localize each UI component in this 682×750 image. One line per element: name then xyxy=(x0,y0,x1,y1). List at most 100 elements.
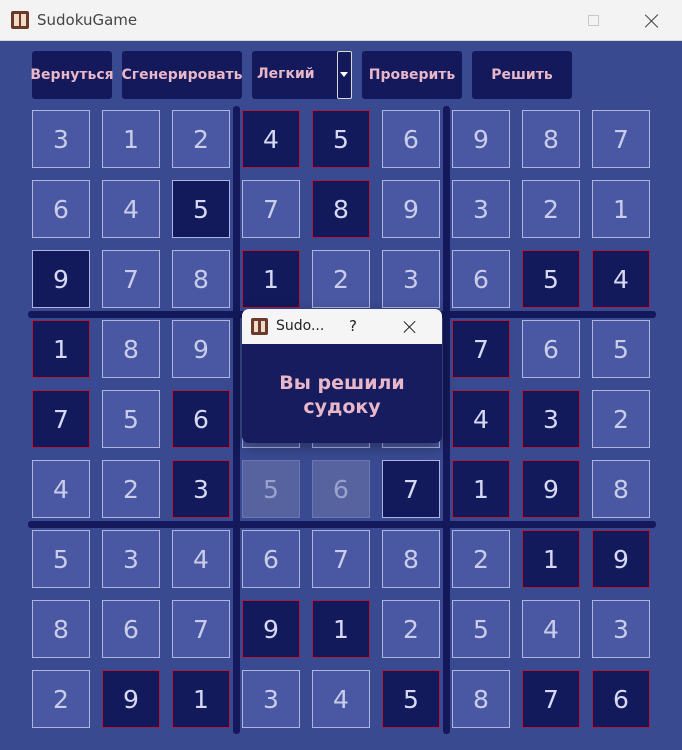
sudoku-cell[interactable]: 7 xyxy=(522,670,580,728)
sudoku-cell[interactable]: 7 xyxy=(452,320,510,378)
sudoku-cell[interactable]: 8 xyxy=(312,180,370,238)
dialog-message-line-1: Вы решили xyxy=(279,372,405,394)
sudoku-cell[interactable]: 4 xyxy=(592,250,650,308)
sudoku-cell[interactable]: 6 xyxy=(32,180,90,238)
sudoku-cell[interactable]: 3 xyxy=(592,600,650,658)
sudoku-cell[interactable]: 3 xyxy=(242,670,300,728)
sudoku-cell[interactable]: 8 xyxy=(102,320,160,378)
sudoku-cell[interactable]: 9 xyxy=(592,530,650,588)
sudoku-cell[interactable]: 4 xyxy=(102,180,160,238)
sudoku-cell[interactable]: 7 xyxy=(172,600,230,658)
check-button[interactable]: Проверить xyxy=(362,51,462,99)
sudoku-cell[interactable]: 3 xyxy=(32,110,90,168)
sudoku-cell[interactable]: 7 xyxy=(592,110,650,168)
sudoku-cell[interactable]: 9 xyxy=(172,320,230,378)
solved-dialog: Sudo... ? Вы решили судоку xyxy=(242,309,442,443)
sudoku-cell[interactable]: 1 xyxy=(242,250,300,308)
sudoku-cell[interactable]: 1 xyxy=(172,670,230,728)
sudoku-cell[interactable]: 6 xyxy=(522,320,580,378)
dialog-message-line-2: судоку xyxy=(303,396,381,418)
window-title: SudokuGame xyxy=(37,11,138,29)
sudoku-cell[interactable]: 6 xyxy=(242,530,300,588)
close-window-button[interactable] xyxy=(626,0,672,40)
sudoku-cell[interactable]: 9 xyxy=(452,110,510,168)
sudoku-cell[interactable]: 2 xyxy=(102,460,160,518)
sudoku-cell[interactable]: 5 xyxy=(522,250,580,308)
sudoku-cell[interactable]: 5 xyxy=(452,600,510,658)
sudoku-cell[interactable]: 5 xyxy=(32,530,90,588)
sudoku-cell[interactable]: 8 xyxy=(592,460,650,518)
sudoku-cell[interactable]: 1 xyxy=(452,460,510,518)
sudoku-cell[interactable]: 2 xyxy=(172,110,230,168)
sudoku-cell[interactable]: 4 xyxy=(32,460,90,518)
sudoku-cell[interactable]: 7 xyxy=(102,250,160,308)
sudoku-cell[interactable]: 5 xyxy=(242,460,300,518)
generate-button[interactable]: Сгенерировать xyxy=(122,51,243,99)
sudoku-cell[interactable]: 5 xyxy=(102,390,160,448)
app-icon xyxy=(251,318,268,335)
sudoku-cell[interactable]: 1 xyxy=(32,320,90,378)
window-titlebar: SudokuGame xyxy=(0,0,682,41)
sudoku-cell[interactable]: 3 xyxy=(452,180,510,238)
sudoku-cell[interactable]: 7 xyxy=(242,180,300,238)
block-divider-horizontal xyxy=(28,521,656,528)
sudoku-cell[interactable]: 1 xyxy=(312,600,370,658)
sudoku-cell[interactable]: 9 xyxy=(522,460,580,518)
sudoku-cell[interactable]: 3 xyxy=(522,390,580,448)
help-button[interactable]: ? xyxy=(349,317,357,335)
app-icon xyxy=(11,11,29,29)
sudoku-cell[interactable]: 1 xyxy=(102,110,160,168)
sudoku-cell[interactable]: 7 xyxy=(32,390,90,448)
sudoku-cell[interactable]: 1 xyxy=(522,530,580,588)
block-divider-vertical xyxy=(443,106,450,734)
sudoku-cell[interactable]: 3 xyxy=(172,460,230,518)
sudoku-cell[interactable]: 6 xyxy=(102,600,160,658)
sudoku-cell[interactable]: 5 xyxy=(172,180,230,238)
sudoku-cell[interactable]: 5 xyxy=(592,320,650,378)
sudoku-cell[interactable]: 6 xyxy=(592,670,650,728)
minimize-button[interactable] xyxy=(498,0,544,40)
sudoku-cell[interactable]: 6 xyxy=(312,460,370,518)
solve-button[interactable]: Решить xyxy=(472,51,572,99)
back-button[interactable]: Вернуться xyxy=(30,51,114,99)
sudoku-cell[interactable]: 2 xyxy=(382,600,440,658)
sudoku-cell[interactable]: 6 xyxy=(172,390,230,448)
sudoku-cell[interactable]: 7 xyxy=(382,460,440,518)
sudoku-cell[interactable]: 2 xyxy=(592,390,650,448)
sudoku-cell[interactable]: 8 xyxy=(172,250,230,308)
sudoku-cell[interactable]: 4 xyxy=(452,390,510,448)
sudoku-cell[interactable]: 9 xyxy=(102,670,160,728)
sudoku-cell[interactable]: 9 xyxy=(382,180,440,238)
sudoku-cell[interactable]: 2 xyxy=(452,530,510,588)
dialog-title: Sudo... xyxy=(276,318,325,334)
sudoku-cell[interactable]: 8 xyxy=(32,600,90,658)
sudoku-cell[interactable]: 2 xyxy=(32,670,90,728)
sudoku-cell[interactable]: 4 xyxy=(312,670,370,728)
sudoku-cell[interactable]: 8 xyxy=(382,530,440,588)
difficulty-value: Легкий xyxy=(257,66,315,82)
block-divider-vertical xyxy=(233,106,240,734)
sudoku-cell[interactable]: 9 xyxy=(242,600,300,658)
sudoku-cell[interactable]: 4 xyxy=(242,110,300,168)
sudoku-cell[interactable]: 3 xyxy=(382,250,440,308)
sudoku-cell[interactable]: 2 xyxy=(312,250,370,308)
sudoku-cell[interactable]: 9 xyxy=(32,250,90,308)
sudoku-cell[interactable]: 6 xyxy=(382,110,440,168)
sudoku-cell[interactable]: 2 xyxy=(522,180,580,238)
sudoku-cell[interactable]: 4 xyxy=(522,600,580,658)
dialog-titlebar: Sudo... ? xyxy=(242,309,442,344)
sudoku-cell[interactable]: 5 xyxy=(312,110,370,168)
difficulty-select[interactable]: Легкий xyxy=(252,51,352,99)
sudoku-cell[interactable]: 1 xyxy=(592,180,650,238)
sudoku-cell[interactable]: 8 xyxy=(452,670,510,728)
chevron-down-icon[interactable] xyxy=(337,51,352,99)
sudoku-cell[interactable]: 4 xyxy=(172,530,230,588)
sudoku-cell[interactable]: 5 xyxy=(382,670,440,728)
sudoku-cell[interactable]: 7 xyxy=(312,530,370,588)
sudoku-cell[interactable]: 6 xyxy=(452,250,510,308)
dialog-message: Вы решили судоку xyxy=(252,371,432,419)
maximize-button[interactable] xyxy=(570,0,616,40)
close-icon[interactable] xyxy=(398,315,422,339)
sudoku-cell[interactable]: 8 xyxy=(522,110,580,168)
sudoku-cell[interactable]: 3 xyxy=(102,530,160,588)
